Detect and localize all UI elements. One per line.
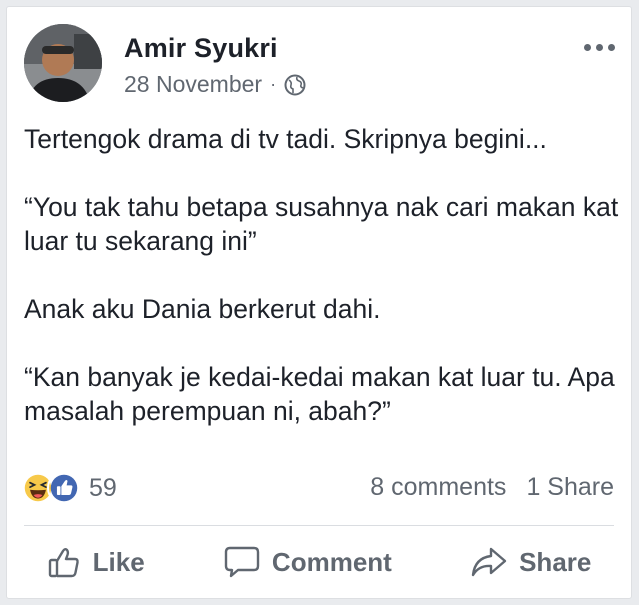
post-card: Amir Syukri 28 November · Tertengok dram… xyxy=(6,6,632,599)
share-button[interactable]: Share xyxy=(471,545,591,579)
like-button[interactable]: Like xyxy=(47,545,145,579)
share-label: Share xyxy=(519,546,592,577)
reactions-summary[interactable]: 59 xyxy=(21,471,117,505)
like-reaction-icon xyxy=(47,471,81,505)
avatar-photo xyxy=(24,24,102,102)
globe-icon[interactable] xyxy=(284,74,306,96)
post-date[interactable]: 28 November xyxy=(124,71,262,98)
thumbs-up-icon xyxy=(48,548,79,578)
action-bar: Like Comment Share xyxy=(7,527,631,597)
more-options-icon[interactable] xyxy=(584,44,615,51)
like-label: Like xyxy=(92,546,145,577)
post-stats: 8 comments 1 Share xyxy=(370,473,614,502)
comment-label: Comment xyxy=(271,546,392,577)
shares-count-link[interactable]: 1 Share xyxy=(526,473,614,502)
author-name[interactable]: Amir Syukri xyxy=(124,33,278,64)
comments-count-link[interactable]: 8 comments xyxy=(370,473,506,502)
post-text: Tertengok drama di tv tadi. Skripnya beg… xyxy=(24,124,619,426)
action-divider xyxy=(24,525,614,526)
post-meta: 28 November · xyxy=(124,71,306,98)
comment-button[interactable]: Comment xyxy=(224,545,392,579)
meta-separator: · xyxy=(270,74,277,94)
author-avatar[interactable] xyxy=(24,24,102,102)
reaction-count: 59 xyxy=(89,473,117,502)
share-arrow-icon xyxy=(471,547,507,577)
comment-icon xyxy=(224,546,260,578)
